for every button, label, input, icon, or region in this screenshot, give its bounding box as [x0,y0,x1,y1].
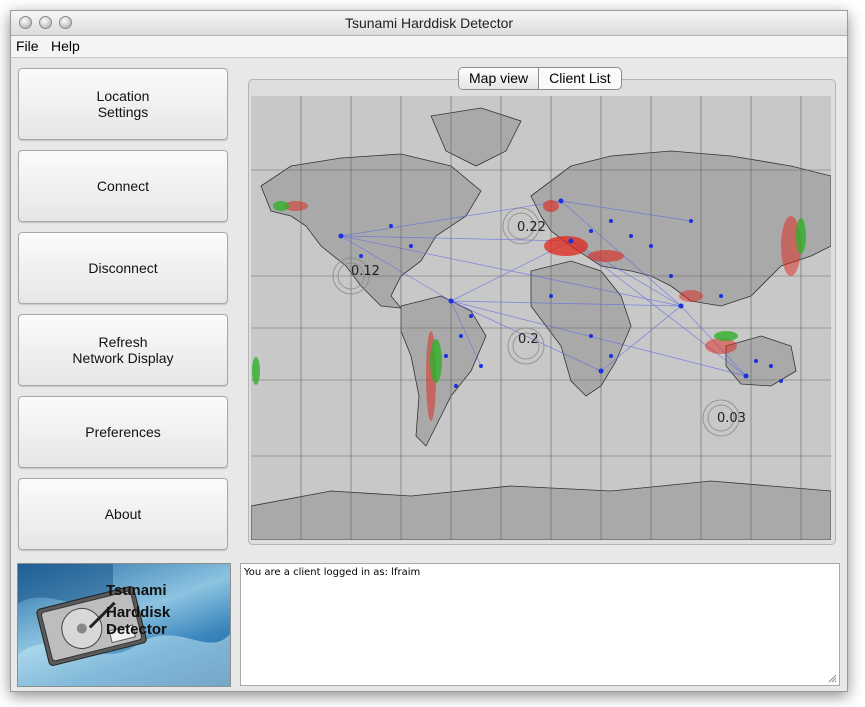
disconnect-button[interactable]: Disconnect [18,232,228,304]
menu-help[interactable]: Help [51,38,80,54]
location-settings-button[interactable]: Location Settings [18,68,228,140]
menu-file[interactable]: File [16,38,39,54]
resize-grip-icon[interactable] [827,673,837,683]
status-log[interactable]: You are a client logged in as: lfraim [240,563,840,686]
window-title: Tsunami Harddisk Detector [344,15,514,31]
status-log-text: You are a client logged in as: lfraim [244,567,421,578]
view-tabs: Map view Client List [458,67,622,90]
reading-label: 0.22 [517,220,546,235]
refresh-network-display-button[interactable]: Refresh Network Display [18,314,228,386]
app-window: Tsunami Harddisk Detector File Help Loca… [10,10,848,692]
menu-bar: File Help [11,36,847,58]
tab-map-view[interactable]: Map view [459,68,540,89]
reading-label: 0.12 [351,264,380,279]
title-bar: Tsunami Harddisk Detector [11,11,847,36]
logo-subtitle: Harddisk Detector [106,604,171,638]
preferences-button[interactable]: Preferences [18,396,228,468]
world-map[interactable]: 0.22 0.12 0.2 0.03 [251,96,831,540]
tab-client-list[interactable]: Client List [539,68,620,89]
about-button[interactable]: About [18,478,228,550]
connect-button[interactable]: Connect [18,150,228,222]
reading-label: 0.03 [717,411,746,426]
logo-title: Tsunami [106,582,167,599]
app-logo: Tsunami Harddisk Detector [17,563,231,687]
reading-label: 0.2 [518,332,539,347]
